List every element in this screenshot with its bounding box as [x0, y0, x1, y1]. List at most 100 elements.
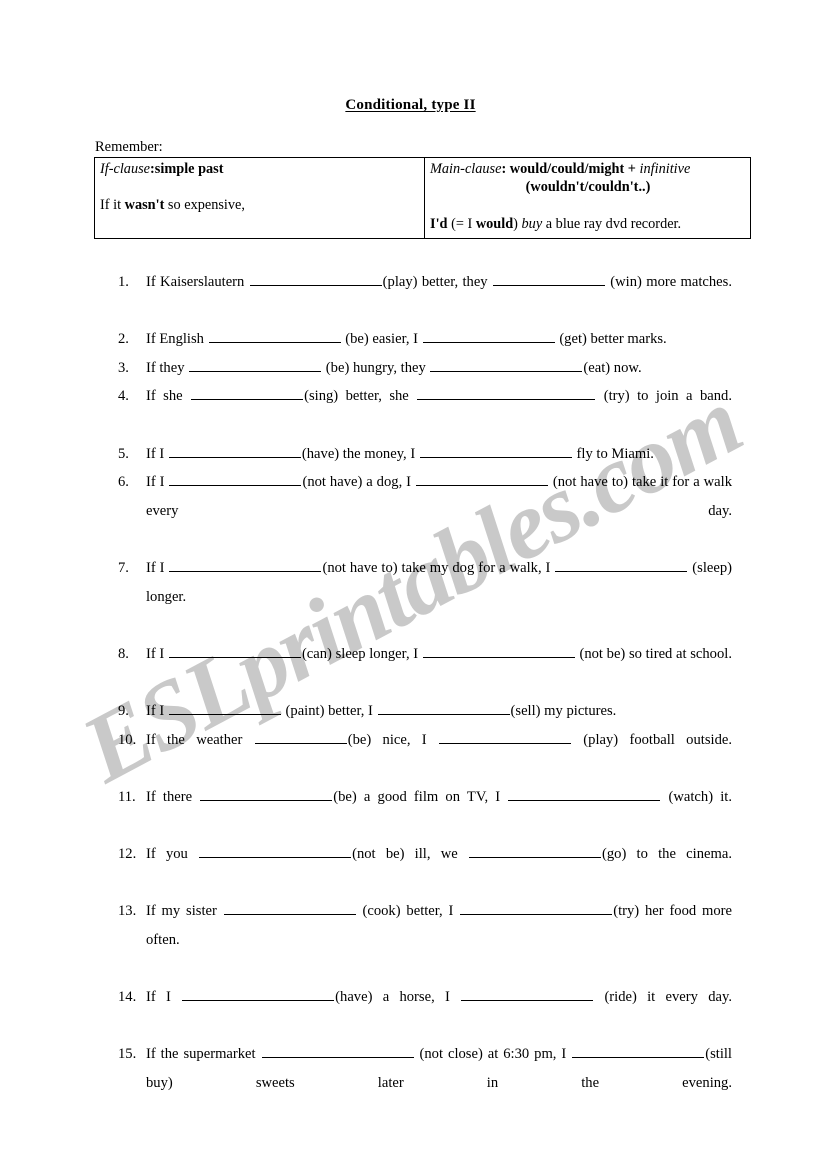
exercise-text: If I (not have) a dog, I (not have to) t… [146, 468, 732, 554]
exercise-text-segment: (be) nice, I [347, 731, 438, 748]
exercise-item: 9. If I (paint) better, I (sell) my pictu… [118, 697, 732, 726]
exercise-number: 13. [118, 903, 137, 920]
answer-blank[interactable] [261, 1043, 414, 1059]
exercise-text-segment: (go) to the cinema. [601, 845, 732, 862]
if-clause-example: If it wasn't so expensive, [100, 196, 420, 214]
exercise-text-segment: If the supermarket [146, 1046, 261, 1063]
exercise-number: 14. [118, 988, 137, 1005]
exercise-text-segment: (play) football outside. [571, 731, 732, 748]
answer-blank[interactable] [468, 843, 601, 858]
exercise-item: 2. If English (be) easier, I (get) better… [118, 325, 732, 354]
answer-blank[interactable] [422, 328, 555, 344]
grammar-reference-table: If-clause:simple past If it wasn't so ex… [94, 157, 751, 239]
answer-blank[interactable] [417, 385, 596, 401]
exercise-number: 15. [118, 1046, 137, 1063]
main-clause-example-italic: buy [521, 215, 543, 232]
answer-blank[interactable] [200, 786, 333, 801]
answer-blank[interactable] [508, 786, 661, 801]
answer-blank[interactable] [377, 700, 510, 715]
exercise-text: If I (have) a horse, I (ride) it every d… [146, 983, 732, 1040]
answer-blank[interactable] [461, 986, 594, 1001]
exercise-text-segment: (not be) so tired at school. [575, 645, 732, 662]
answer-blank[interactable] [254, 729, 347, 744]
answer-blank[interactable] [555, 557, 688, 572]
exercise-list: 1. If Kaiserslautern (play) better, they … [118, 268, 732, 1126]
exercise-text-segment: If there [146, 788, 200, 805]
main-clause-cell: Main-clause: would/could/might + infinit… [424, 157, 751, 239]
answer-blank[interactable] [191, 385, 304, 401]
main-clause-example-close: ) [513, 215, 522, 232]
exercise-item: 3. If they (be) hungry, they (eat) now. [118, 354, 732, 383]
exercise-text: If you (not be) ill, we (go) to the cine… [146, 840, 732, 897]
exercise-text-segment: (can) sleep longer, I [301, 645, 422, 662]
page-title-text: Conditional, type II [345, 97, 476, 113]
exercise-text-segment: (eat) now. [583, 359, 642, 376]
exercise-text-segment: (have) the money, I [301, 445, 419, 462]
exercise-text-segment: If I [146, 559, 169, 576]
answer-blank[interactable] [189, 357, 322, 372]
exercise-number: 4. [118, 388, 129, 405]
exercise-number: 12. [118, 845, 137, 862]
answer-blank[interactable] [168, 643, 301, 658]
answer-blank[interactable] [169, 557, 322, 572]
answer-blank[interactable] [168, 443, 301, 458]
exercise-item: 4. If she (sing) better, she (try) to joi… [118, 382, 732, 439]
main-clause-header: Main-clause: would/could/might + infinit… [430, 160, 746, 178]
answer-blank[interactable] [168, 700, 281, 715]
main-clause-header-italic: Main-clause [430, 161, 502, 177]
exercise-text-segment: (not be) ill, we [352, 845, 468, 862]
exercise-text-segment: If I [146, 645, 168, 662]
answer-blank[interactable] [208, 328, 341, 344]
main-clause-example-bold2: would [475, 215, 514, 232]
exercise-item: 8. If I (can) sleep longer, I (not be) so… [118, 640, 732, 697]
exercise-text-segment: (be) hungry, they [322, 359, 430, 376]
answer-blank[interactable] [419, 443, 572, 458]
exercise-text-segment: (not close) at 6:30 pm, I [414, 1046, 572, 1063]
if-clause-example-bold: wasn't [124, 197, 165, 214]
answer-blank[interactable] [438, 729, 571, 744]
exercise-text-segment: (get) better marks. [555, 331, 667, 348]
answer-blank[interactable] [415, 471, 548, 487]
answer-blank[interactable] [169, 471, 302, 487]
answer-blank[interactable] [430, 357, 583, 372]
exercise-text-segment: If she [146, 388, 191, 405]
exercise-number: 1. [118, 274, 129, 290]
exercise-number: 3. [118, 359, 129, 376]
exercise-text-segment: If they [146, 359, 189, 376]
answer-blank[interactable] [572, 1043, 705, 1059]
answer-blank[interactable] [249, 271, 382, 286]
exercise-text-segment: (not have) a dog, I [302, 474, 415, 491]
exercise-text-segment: If the weather [146, 731, 254, 748]
exercise-text: If they (be) hungry, they (eat) now. [146, 354, 732, 383]
exercise-text-segment: (be) easier, I [341, 331, 422, 348]
exercise-item: 11. If there (be) a good film on TV, I (w… [118, 783, 732, 840]
if-clause-header-rest: :simple past [150, 161, 224, 177]
exercise-text: If English (be) easier, I (get) better m… [146, 325, 732, 354]
exercise-text-segment: (sell) my pictures. [510, 702, 617, 719]
exercise-text-segment: If I [146, 474, 169, 491]
answer-blank[interactable] [199, 843, 352, 858]
exercise-text: If I (not have to) take my dog for a wal… [146, 554, 732, 640]
exercise-item: 5. If I (have) the money, I fly to Miami. [118, 440, 732, 469]
exercise-item: 13. If my sister (cook) better, I (try) h… [118, 897, 732, 983]
exercise-text: If there (be) a good film on TV, I (watc… [146, 783, 732, 840]
if-clause-example-post: so expensive, [164, 197, 245, 214]
exercise-text: If Kaiserslautern (play) better, they (w… [146, 268, 732, 325]
exercise-text: If my sister (cook) better, I (try) her … [146, 897, 732, 983]
answer-blank[interactable] [223, 900, 356, 916]
exercise-number: 7. [118, 559, 129, 576]
answer-blank[interactable] [492, 271, 605, 286]
exercise-text-segment: If English [146, 331, 208, 348]
exercise-text-segment: If Kaiserslautern [146, 274, 249, 290]
answer-blank[interactable] [422, 643, 575, 658]
answer-blank[interactable] [460, 900, 613, 916]
answer-blank[interactable] [182, 986, 335, 1001]
exercise-text-segment: If I [146, 445, 168, 462]
worksheet-page: ESLprintables.com Conditional, type II R… [0, 0, 821, 1169]
exercise-text-segment: (cook) better, I [356, 903, 460, 920]
exercise-text: If I (paint) better, I (sell) my picture… [146, 697, 732, 726]
exercise-text-segment: (be) a good film on TV, I [333, 788, 508, 805]
exercise-item: 1. If Kaiserslautern (play) better, they … [118, 268, 732, 325]
exercise-item: 10. If the weather (be) nice, I (play) fo… [118, 726, 732, 783]
remember-label: Remember: [95, 139, 163, 155]
